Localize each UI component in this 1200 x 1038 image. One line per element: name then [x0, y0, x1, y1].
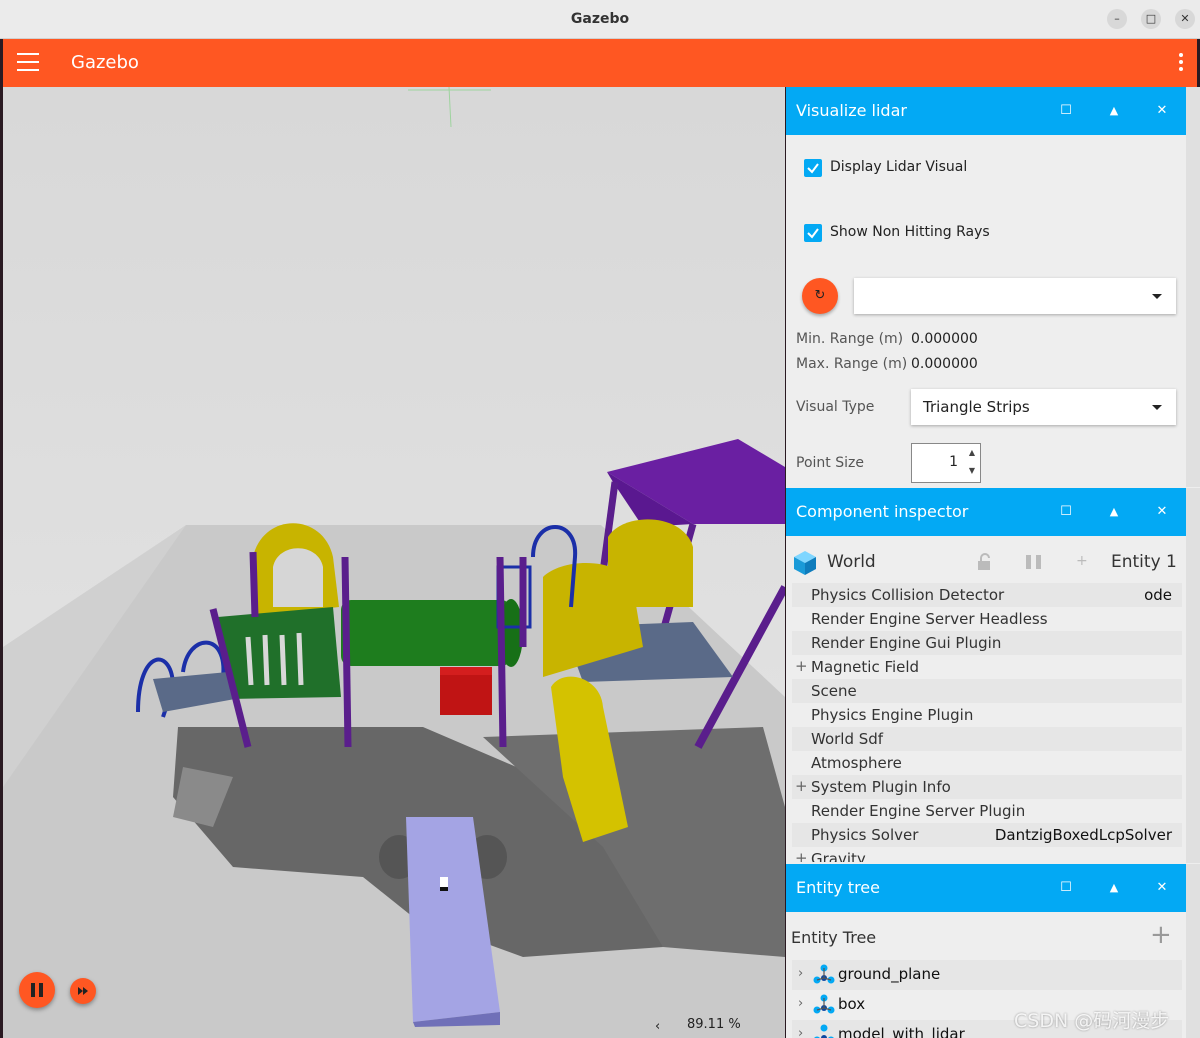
topic-dropdown[interactable] [854, 278, 1176, 314]
model-icon [814, 1024, 834, 1038]
maximize-panel-button[interactable]: ☐ [1056, 488, 1076, 536]
component-row[interactable]: Render Engine Gui Plugin [792, 631, 1182, 655]
component-row[interactable]: Render Engine Server Headless [792, 607, 1182, 631]
lidar-panel-title: Visualize lidar [796, 101, 907, 120]
chevron-down-icon [1152, 294, 1162, 299]
inspector-entity-id: Entity 1 [1111, 552, 1177, 572]
visual-type-label: Visual Type [796, 399, 875, 415]
component-inspector-scrollbar[interactable] [1186, 488, 1200, 863]
min-range-label: Min. Range (m) [796, 331, 904, 347]
spin-down-icon[interactable]: ▼ [969, 466, 975, 475]
display-lidar-label: Display Lidar Visual [830, 159, 968, 175]
close-panel-button[interactable]: ✕ [1152, 87, 1172, 135]
world-cube-icon [794, 551, 816, 575]
visual-type-value: Triangle Strips [923, 398, 1030, 416]
lidar-panel-header: Visualize lidar ☐ ▲ ✕ [786, 87, 1186, 135]
component-row[interactable]: + Magnetic Field [792, 655, 1182, 679]
fast-forward-icon [78, 987, 88, 995]
display-lidar-checkbox[interactable] [804, 159, 822, 177]
collapse-panel-button[interactable]: ▲ [1104, 87, 1124, 135]
point-size-spinbox[interactable]: 1 ▲ ▼ [911, 443, 981, 483]
component-row[interactable]: Render Engine Server Plugin [792, 799, 1182, 823]
max-range-label: Max. Range (m) [796, 356, 908, 372]
minimize-button[interactable]: – [1107, 9, 1127, 29]
inspector-entity-name: World [827, 552, 876, 572]
chevron-down-icon [1152, 405, 1162, 410]
entity-tree-title: Entity tree [796, 878, 880, 897]
component-row[interactable]: Physics Engine Plugin [792, 703, 1182, 727]
add-component-icon[interactable]: + [1076, 553, 1088, 569]
expand-icon[interactable]: + [795, 849, 808, 862]
close-panel-button[interactable]: ✕ [1152, 864, 1172, 912]
window-titlebar: Gazebo – □ ✕ [0, 0, 1200, 39]
scene-3d-view[interactable]: ‹ 89.11 % [3, 87, 785, 1038]
chevron-right-icon[interactable]: › [798, 996, 803, 1011]
component-row[interactable]: Atmosphere [792, 751, 1182, 775]
component-row[interactable]: + Gravity [792, 847, 1182, 862]
app-title: Gazebo [71, 52, 139, 73]
collapse-panel-button[interactable]: ▲ [1104, 488, 1124, 536]
app-bar: Gazebo [3, 39, 1197, 87]
entity-tree-scrollbar[interactable] [1186, 864, 1200, 1038]
component-inspector-header: Component inspector ☐ ▲ ✕ [786, 488, 1186, 536]
lidar-panel-scrollbar[interactable] [1186, 87, 1200, 487]
non-hitting-rays-label: Show Non Hitting Rays [830, 224, 990, 240]
collapse-panel-button[interactable]: ▲ [1104, 864, 1124, 912]
component-row[interactable]: World Sdf [792, 727, 1182, 751]
component-row[interactable]: + System Plugin Info [792, 775, 1182, 799]
min-range-value: 0.000000 [911, 331, 978, 347]
entity-tree-header: Entity tree ☐ ▲ ✕ [786, 864, 1186, 912]
point-size-value: 1 [949, 454, 958, 470]
tree-item-ground-plane[interactable]: › ground_plane [792, 960, 1182, 990]
hamburger-icon[interactable] [17, 53, 39, 73]
expand-icon[interactable]: + [795, 657, 808, 675]
visual-type-dropdown[interactable]: Triangle Strips [911, 389, 1176, 425]
chevron-right-icon[interactable]: › [798, 966, 803, 981]
component-row[interactable]: Physics Collision Detector ode [792, 583, 1182, 607]
non-hitting-rays-checkbox[interactable] [804, 224, 822, 242]
pause-inspector-icon[interactable] [1024, 554, 1044, 570]
kebab-icon[interactable] [1179, 53, 1183, 74]
max-range-value: 0.000000 [911, 356, 978, 372]
pause-button[interactable] [19, 972, 55, 1008]
point-size-label: Point Size [796, 455, 864, 471]
close-panel-button[interactable]: ✕ [1152, 488, 1172, 536]
chevron-right-icon[interactable]: › [798, 1026, 803, 1038]
gazebo-window: Gazebo – □ ✕ Gazebo ‹ 89.11 % Visualize … [0, 0, 1200, 1038]
right-panel: Visualize lidar ☐ ▲ ✕ Display Lidar Visu… [786, 87, 1200, 1038]
window-title: Gazebo [570, 11, 630, 27]
maximize-button[interactable]: □ [1141, 9, 1161, 29]
add-entity-button[interactable]: + [1150, 920, 1172, 950]
maximize-panel-button[interactable]: ☐ [1056, 864, 1076, 912]
close-window-button[interactable]: ✕ [1175, 9, 1195, 29]
component-inspector-title: Component inspector [796, 502, 969, 521]
lock-icon[interactable] [976, 553, 992, 571]
component-row[interactable]: Physics Solver DantzigBoxedLcpSolver [792, 823, 1182, 847]
component-row[interactable]: Scene [792, 679, 1182, 703]
pause-icon [31, 983, 43, 997]
component-list: Physics Collision Detector ode Render En… [786, 583, 1186, 862]
expand-icon[interactable]: + [795, 777, 808, 795]
entity-tree-heading: Entity Tree [791, 928, 877, 947]
refresh-topic-button[interactable]: ↻ [802, 278, 838, 314]
maximize-panel-button[interactable]: ☐ [1056, 87, 1076, 135]
watermark: CSDN @码河漫步 [1014, 1010, 1170, 1032]
spin-up-icon[interactable]: ▲ [969, 448, 975, 457]
zoom-level: 89.11 % [687, 1017, 741, 1032]
zoom-toggle[interactable]: ‹ [655, 1019, 660, 1034]
model-icon [813, 994, 835, 1014]
scene-render [3, 87, 785, 1038]
step-button[interactable] [70, 978, 96, 1004]
model-icon [813, 964, 835, 984]
